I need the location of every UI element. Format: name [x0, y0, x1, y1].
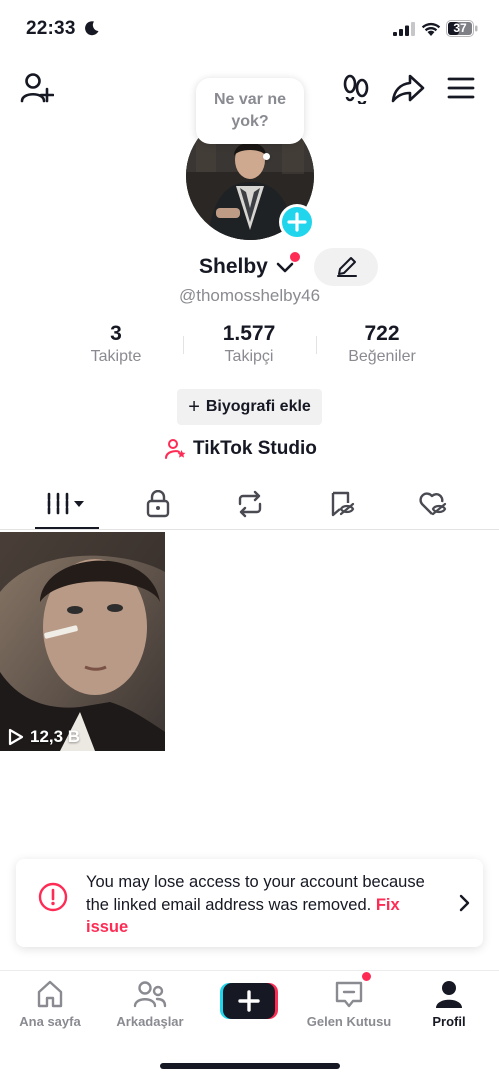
video-thumbnail[interactable]: 12,3 B: [0, 532, 165, 751]
likes-stat[interactable]: 722 Beğeniler: [322, 322, 442, 366]
create-button[interactable]: [220, 983, 278, 1019]
active-tab-indicator: [35, 527, 99, 529]
status-bar: 22:33 37: [0, 0, 499, 60]
account-warning-banner[interactable]: You may lose access to your account beca…: [16, 859, 483, 947]
tab-private[interactable]: [108, 478, 208, 530]
add-avatar-button[interactable]: [279, 204, 315, 240]
nav-friends[interactable]: Arkadaşlar: [100, 979, 200, 1029]
plus-icon: +: [188, 395, 200, 418]
home-indicator: [160, 1063, 340, 1069]
profile-icon: [436, 981, 462, 1008]
warning-text: You may lose access to your account beca…: [86, 873, 425, 914]
moon-icon: [85, 21, 99, 36]
heart-hidden-icon: [419, 492, 447, 516]
tiktok-studio-label: TikTok Studio: [193, 438, 317, 459]
share-icon: [391, 74, 425, 103]
pencil-icon: [337, 257, 357, 277]
followers-count: 1.577: [222, 322, 276, 345]
profile-name[interactable]: Shelby: [199, 255, 268, 279]
profile-handle: @thomosshelby46: [178, 286, 321, 305]
person-star-icon: [165, 439, 186, 459]
add-person-icon: [20, 73, 54, 103]
nav-profile[interactable]: Profil: [399, 979, 499, 1029]
profile-tabs: [0, 478, 499, 530]
following-count: 3: [110, 322, 122, 345]
following-stat[interactable]: 3 Takipte: [56, 322, 176, 366]
wifi-icon: [421, 22, 441, 36]
menu-button[interactable]: [443, 72, 479, 104]
status-note-bubble[interactable]: Ne var ne yok?: [196, 78, 304, 144]
followers-label: Takipçi: [224, 348, 274, 365]
tab-liked[interactable]: [383, 478, 483, 530]
likes-count: 722: [364, 322, 400, 345]
nav-inbox-label: Gelen Kutusu: [306, 1014, 392, 1029]
video-thumbnail-image: [0, 532, 165, 751]
add-bio-label: Biyografi ekle: [205, 398, 311, 415]
tab-videos[interactable]: [17, 478, 117, 530]
play-icon: [8, 728, 24, 746]
tiktok-studio-link[interactable]: TikTok Studio: [165, 437, 317, 461]
footprints-icon: [343, 74, 369, 104]
create-icon: [220, 983, 278, 1019]
bubble-tail: [263, 153, 270, 160]
status-note-line2: yok?: [231, 113, 269, 130]
grid-dropdown-icon: [47, 492, 84, 516]
chevron-right-icon: [459, 894, 470, 912]
battery-level: 37: [453, 21, 467, 35]
add-bio-button[interactable]: + Biyografi ekle: [177, 389, 322, 425]
stat-divider: [183, 336, 184, 354]
inbox-notification-dot: [361, 971, 372, 982]
warning-icon: [38, 882, 68, 912]
stat-divider: [316, 336, 317, 354]
view-count: 12,3 B: [8, 727, 80, 747]
nav-profile-label: Profil: [432, 1014, 466, 1029]
home-icon: [37, 980, 63, 1008]
tab-favorites[interactable]: [292, 478, 392, 530]
nav-home-label: Ana sayfa: [19, 1014, 81, 1029]
signal-icon: [393, 22, 415, 36]
status-note-line1: Ne var ne: [213, 91, 287, 108]
hamburger-menu-icon: [447, 77, 475, 99]
plus-icon: [287, 212, 307, 232]
name-row: Shelby: [0, 252, 499, 284]
edit-profile-button[interactable]: [314, 248, 378, 286]
chevron-down-icon[interactable]: [276, 261, 294, 275]
notification-dot: [290, 252, 300, 262]
warning-message: You may lose access to your account beca…: [86, 871, 426, 939]
tab-reposts[interactable]: [200, 478, 300, 530]
view-count-text: 12,3 B: [30, 727, 81, 746]
bookmark-hidden-icon: [331, 491, 355, 517]
lock-icon: [146, 490, 170, 518]
nav-inbox[interactable]: Gelen Kutusu: [299, 979, 399, 1029]
nav-friends-label: Arkadaşlar: [116, 1014, 184, 1029]
friends-icon: [133, 981, 167, 1008]
inbox-icon: [335, 981, 363, 1008]
repost-icon: [238, 490, 262, 518]
status-time: 22:33: [26, 18, 76, 39]
followers-stat[interactable]: 1.577 Takipçi: [189, 322, 309, 366]
nav-home[interactable]: Ana sayfa: [0, 979, 100, 1029]
footprints-button[interactable]: [338, 70, 374, 106]
share-profile-button[interactable]: [389, 70, 427, 106]
following-label: Takipte: [90, 348, 142, 365]
add-friend-button[interactable]: [18, 70, 56, 106]
likes-label: Beğeniler: [348, 348, 416, 365]
